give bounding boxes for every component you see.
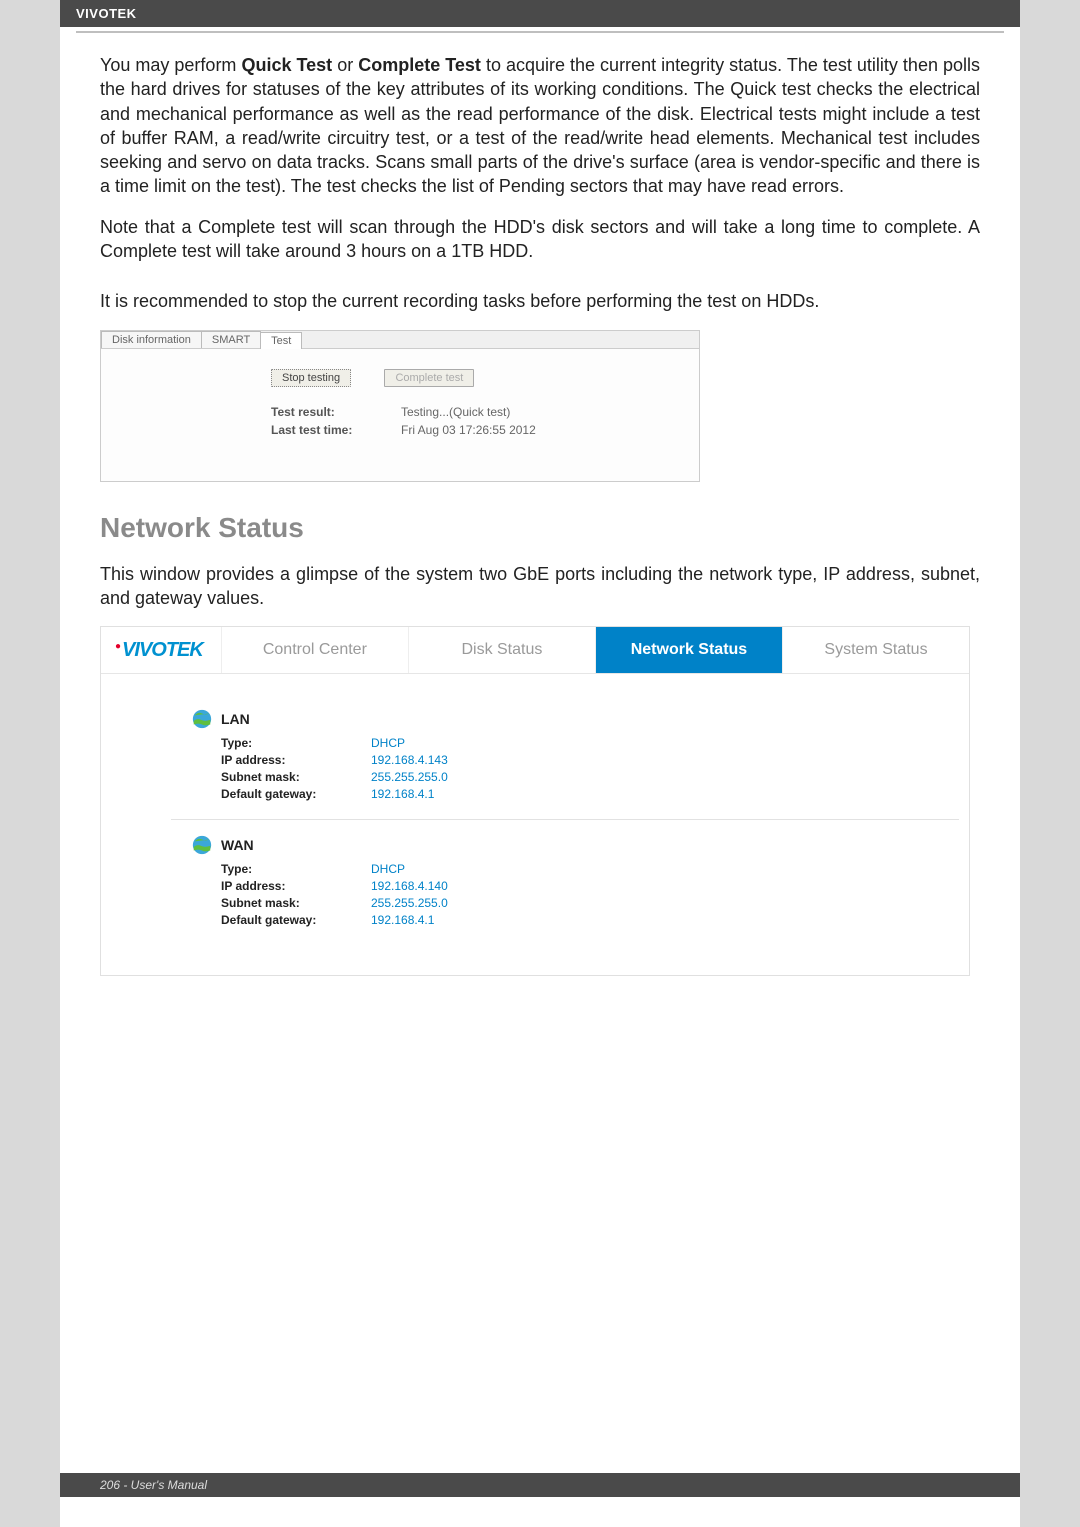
lan-section-title: LAN [221,711,250,727]
test-result-value: Testing...(Quick test) [401,405,510,419]
section-divider [171,819,959,820]
tab-disk-information[interactable]: Disk information [101,331,202,348]
globe-icon [191,834,213,856]
wan-section-title: WAN [221,837,254,853]
last-test-time-label: Last test time: [271,423,401,437]
section-heading-network-status: Network Status [100,512,980,544]
logo-text: VIVOTEK [122,639,203,662]
lan-type-label: Type: [221,736,371,750]
tab-smart[interactable]: SMART [201,331,261,348]
header-rule [76,31,1004,33]
lan-gw-label: Default gateway: [221,787,371,801]
wan-mask-label: Subnet mask: [221,896,371,910]
tab-disk-status[interactable]: Disk Status [408,627,595,673]
wan-type-label: Type: [221,862,371,876]
brand-text: VIVOTEK [76,6,137,21]
last-test-time-value: Fri Aug 03 17:26:55 2012 [401,423,536,437]
complete-test-button[interactable]: Complete test [384,369,474,387]
tab-system-status[interactable]: System Status [782,627,969,673]
lan-gw-value: 192.168.4.1 [371,787,434,801]
vivotek-logo: ● VIVOTEK [101,631,221,670]
footer-text: 206 - User's Manual [100,1478,207,1492]
wan-ip-label: IP address: [221,879,371,893]
wan-mask-value: 255.255.255.0 [371,896,448,910]
lan-mask-label: Subnet mask: [221,770,371,784]
lan-ip-value: 192.168.4.143 [371,753,448,767]
test-result-label: Test result: [271,405,401,419]
globe-icon [191,708,213,730]
lan-type-value: DHCP [371,736,405,750]
page-header: VIVOTEK [60,0,1020,27]
lan-fields: Type:DHCP IP address:192.168.4.143 Subne… [191,736,939,801]
lan-mask-value: 255.255.255.0 [371,770,448,784]
paragraph-1: You may perform Quick Test or Complete T… [100,53,980,199]
disk-test-tabs: Disk information SMART Test [101,331,699,349]
stop-testing-button[interactable]: Stop testing [271,369,351,387]
lan-ip-label: IP address: [221,753,371,767]
page-footer: 206 - User's Manual [60,1473,1020,1497]
network-status-intro: This window provides a glimpse of the sy… [100,562,980,611]
wan-fields: Type:DHCP IP address:192.168.4.140 Subne… [191,862,939,927]
wan-type-value: DHCP [371,862,405,876]
tab-control-center[interactable]: Control Center [221,627,408,673]
wan-gw-value: 192.168.4.1 [371,913,434,927]
network-status-screenshot: ● VIVOTEK Control Center Disk Status Net… [100,626,970,976]
disk-test-screenshot: Disk information SMART Test Stop testing… [100,330,700,482]
logo-dot-icon: ● [115,641,121,652]
tab-network-status[interactable]: Network Status [595,627,782,673]
wan-ip-value: 192.168.4.140 [371,879,448,893]
paragraph-2: Note that a Complete test will scan thro… [100,215,980,264]
wan-gw-label: Default gateway: [221,913,371,927]
tab-test[interactable]: Test [260,332,302,349]
paragraph-3: It is recommended to stop the current re… [100,289,980,313]
